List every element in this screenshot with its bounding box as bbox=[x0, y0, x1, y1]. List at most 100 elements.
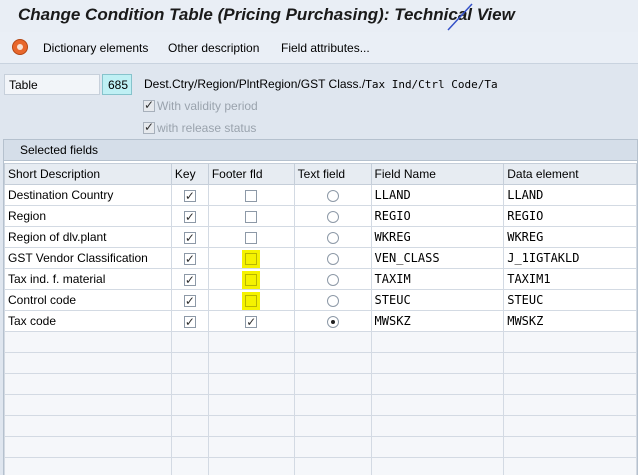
text-field-radio[interactable] bbox=[326, 315, 339, 328]
check-icon: ✓ bbox=[184, 209, 195, 224]
empty-table-row[interactable] bbox=[4, 373, 637, 395]
key-checkbox[interactable]: ✓ bbox=[183, 188, 196, 203]
table-row[interactable]: Region of dlv.plant ✓ WKREG WKREG bbox=[4, 226, 637, 248]
release-status-checkbox[interactable]: ✓ bbox=[143, 120, 155, 134]
empty-table-row[interactable] bbox=[4, 352, 637, 374]
key-checkbox[interactable]: ✓ bbox=[183, 314, 196, 329]
text-field-radio[interactable] bbox=[326, 252, 339, 265]
check-icon: ✓ bbox=[184, 314, 195, 329]
page-title: Change Condition Table (Pricing Purchasi… bbox=[18, 5, 515, 24]
field-name-cell: WKREG bbox=[370, 226, 505, 248]
col-data-element[interactable]: Data element bbox=[503, 163, 637, 185]
footer-checkbox[interactable]: ✓ bbox=[245, 314, 258, 329]
field-name-cell: VEN_CLASS bbox=[370, 247, 505, 269]
footer-cell bbox=[207, 289, 295, 311]
text-field-radio[interactable] bbox=[326, 294, 339, 307]
text-field-cell bbox=[293, 226, 372, 248]
check-icon: ✓ bbox=[184, 188, 195, 203]
footer-checkbox[interactable] bbox=[245, 189, 258, 202]
key-cell: ✓ bbox=[170, 205, 209, 227]
text-field-cell bbox=[293, 247, 372, 269]
data-element-cell: WKREG bbox=[503, 226, 637, 248]
field-name-cell: STEUC bbox=[370, 289, 505, 311]
table-row[interactable]: Control code ✓ STEUC STEUC bbox=[4, 289, 637, 311]
check-icon: ✓ bbox=[144, 120, 155, 134]
table-row[interactable]: GST Vendor Classification ✓ VEN_CLASS J_1IG… bbox=[4, 247, 637, 269]
text-field-cell bbox=[293, 268, 372, 290]
data-element-cell: STEUC bbox=[503, 289, 637, 311]
key-checkbox[interactable]: ✓ bbox=[183, 230, 196, 245]
key-cell: ✓ bbox=[170, 289, 209, 311]
field-name-cell: TAXIM bbox=[370, 268, 505, 290]
field-name-cell: LLAND bbox=[370, 184, 505, 206]
check-icon: ✓ bbox=[184, 272, 195, 287]
text-field-radio[interactable] bbox=[326, 231, 339, 244]
short-description-cell: Tax ind. f. material bbox=[4, 268, 172, 290]
field-name-cell: REGIO bbox=[370, 205, 505, 227]
col-footer-fld[interactable]: Footer fld bbox=[207, 163, 295, 185]
table-input[interactable]: 685 bbox=[102, 74, 132, 95]
table-row[interactable]: Tax ind. f. material ✓ TAXIM TAXIM1 bbox=[4, 268, 637, 290]
empty-table-row[interactable] bbox=[4, 415, 637, 437]
empty-table-row[interactable] bbox=[4, 457, 637, 475]
footer-cell bbox=[207, 184, 295, 206]
check-icon: ✓ bbox=[246, 314, 257, 329]
data-element-cell: TAXIM1 bbox=[503, 268, 637, 290]
key-cell: ✓ bbox=[170, 268, 209, 290]
key-checkbox[interactable]: ✓ bbox=[183, 272, 196, 287]
condition-icon[interactable] bbox=[12, 39, 28, 55]
footer-cell bbox=[207, 226, 295, 248]
panel-title: Selected fields bbox=[4, 140, 637, 161]
footer-cell bbox=[207, 247, 295, 269]
key-checkbox[interactable]: ✓ bbox=[183, 293, 196, 308]
empty-table-row[interactable] bbox=[4, 331, 637, 353]
col-key[interactable]: Key bbox=[170, 163, 209, 185]
col-text-field[interactable]: Text field bbox=[293, 163, 372, 185]
field-attributes-button[interactable]: Field attributes... bbox=[281, 41, 370, 55]
table-description-mono: Tax Ind/Ctrl Code/Ta bbox=[365, 78, 498, 91]
table-row[interactable]: Tax code ✓ ✓ MWSKZ MWSKZ bbox=[4, 310, 637, 332]
validity-period-checkbox[interactable]: ✓ bbox=[143, 98, 155, 112]
check-icon: ✓ bbox=[184, 293, 195, 308]
short-description-cell: Tax code bbox=[4, 310, 172, 332]
table-description-text: Dest.Ctry/Region/PlntRegion/GST Class./ bbox=[144, 77, 366, 91]
check-icon: ✓ bbox=[144, 98, 155, 112]
text-field-cell bbox=[293, 184, 372, 206]
validity-period-label: With validity period bbox=[157, 99, 258, 113]
key-cell: ✓ bbox=[170, 310, 209, 332]
text-field-cell bbox=[293, 310, 372, 332]
key-checkbox[interactable]: ✓ bbox=[183, 209, 196, 224]
check-icon: ✓ bbox=[184, 230, 195, 245]
dictionary-elements-button[interactable]: Dictionary elements bbox=[43, 41, 148, 55]
key-checkbox[interactable]: ✓ bbox=[183, 252, 196, 266]
data-element-cell: MWSKZ bbox=[503, 310, 637, 332]
col-short-description[interactable]: Short Description bbox=[4, 163, 172, 185]
text-field-cell bbox=[293, 205, 372, 227]
table-header-row: Short Description Key Footer fld Text fi… bbox=[4, 163, 637, 185]
footer-checkbox[interactable] bbox=[245, 252, 258, 265]
footer-cell: ✓ bbox=[207, 310, 295, 332]
footer-checkbox[interactable] bbox=[245, 231, 258, 244]
footer-checkbox[interactable] bbox=[245, 273, 258, 286]
other-description-button[interactable]: Other description bbox=[168, 41, 259, 55]
empty-table-row[interactable] bbox=[4, 436, 637, 458]
text-field-radio[interactable] bbox=[326, 210, 339, 223]
field-name-cell: MWSKZ bbox=[370, 310, 505, 332]
text-field-radio[interactable] bbox=[326, 189, 339, 202]
footer-cell bbox=[207, 268, 295, 290]
col-field-name[interactable]: Field Name bbox=[370, 163, 505, 185]
text-field-cell bbox=[293, 289, 372, 311]
footer-checkbox[interactable] bbox=[245, 210, 258, 223]
short-description-cell: Control code bbox=[4, 289, 172, 311]
text-field-radio[interactable] bbox=[326, 273, 339, 286]
empty-table-row[interactable] bbox=[4, 394, 637, 416]
data-element-cell: REGIO bbox=[503, 205, 637, 227]
table-row[interactable]: Region ✓ REGIO REGIO bbox=[4, 205, 637, 227]
selected-fields-panel: Selected fields Short Description Key Fo… bbox=[3, 139, 638, 475]
table-row[interactable]: Destination Country ✓ LLAND LLAND bbox=[4, 184, 637, 206]
footer-cell bbox=[207, 205, 295, 227]
key-cell: ✓ bbox=[170, 247, 209, 269]
table-description: Dest.Ctry/Region/PlntRegion/GST Class./T… bbox=[144, 77, 498, 91]
footer-checkbox[interactable] bbox=[245, 294, 258, 307]
short-description-cell: Region of dlv.plant bbox=[4, 226, 172, 248]
